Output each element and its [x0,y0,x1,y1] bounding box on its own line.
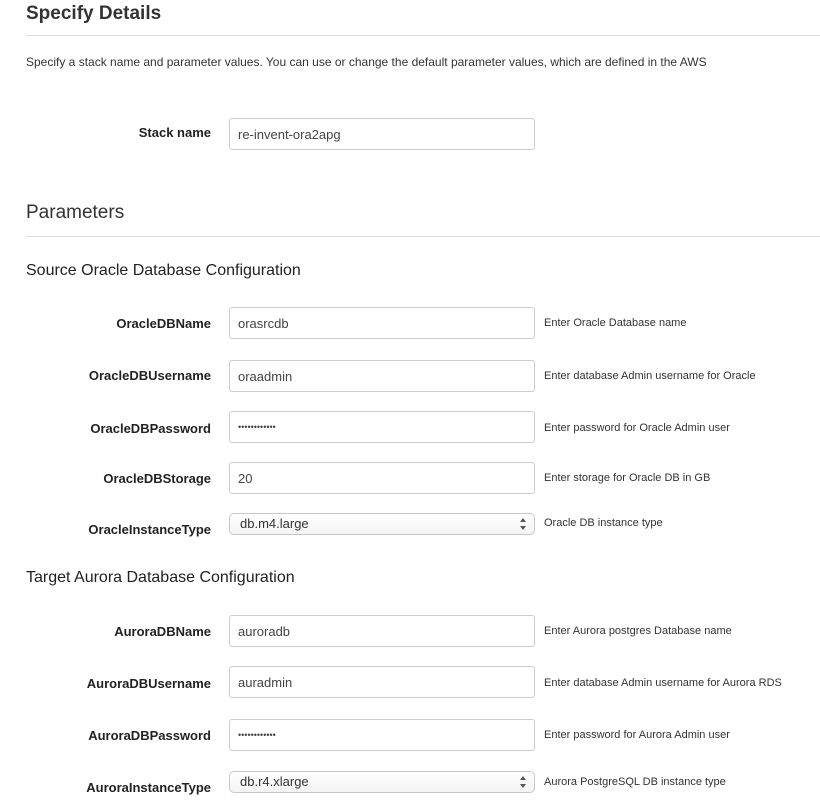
target-section-title: Target Aurora Database Configuration [26,569,295,586]
oracle-db-storage-input[interactable] [229,462,535,494]
oracle-instance-type-value: db.m4.large [240,516,309,531]
oracle-db-name-hint: Enter Oracle Database name [544,317,687,329]
aurora-db-password-hint: Enter password for Aurora Admin user [544,729,730,741]
select-arrows-icon [520,518,526,530]
aurora-db-password-input[interactable]: •••••••••••• [229,719,535,751]
page-title: Specify Details [26,3,162,24]
select-arrows-icon [520,776,526,788]
aurora-instance-type-value: db.r4.xlarge [240,774,309,789]
oracle-db-storage-hint: Enter storage for Oracle DB in GB [544,472,711,484]
oracle-db-username-hint: Enter database Admin username for Oracle [544,370,756,382]
aurora-db-username-input[interactable] [229,666,535,698]
oracle-instance-type-hint: Oracle DB instance type [544,517,663,529]
aurora-db-name-input[interactable] [229,615,535,647]
oracle-db-name-input[interactable] [229,307,535,339]
oracle-db-password-input[interactable]: •••••••••••• [229,411,535,443]
aurora-db-name-hint: Enter Aurora postgres Database name [544,625,732,637]
aurora-db-name-label: AuroraDBName [114,624,211,639]
page-description: Specify a stack name and parameter value… [26,55,707,69]
aurora-db-username-hint: Enter database Admin username for Aurora… [544,677,782,689]
source-section-title: Source Oracle Database Configuration [26,262,301,279]
oracle-db-password-label: OracleDBPassword [90,421,211,436]
aurora-db-username-label: AuroraDBUsername [86,676,211,691]
parameters-divider [26,236,820,237]
aurora-instance-type-hint: Aurora PostgreSQL DB instance type [544,776,726,788]
stack-name-label: Stack name [138,125,211,140]
oracle-db-username-label: OracleDBUsername [88,368,211,383]
oracle-db-password-hint: Enter password for Oracle Admin user [544,422,730,434]
oracle-db-name-label: OracleDBName [116,316,211,331]
aurora-instance-type-select[interactable]: db.r4.xlarge [229,771,535,793]
oracle-instance-type-label: OracleInstanceType [88,522,211,537]
title-divider [26,35,820,36]
oracle-db-storage-label: OracleDBStorage [103,471,211,486]
stack-name-input[interactable] [229,118,535,150]
oracle-instance-type-select[interactable]: db.m4.large [229,513,535,535]
oracle-db-username-input[interactable] [229,360,535,392]
aurora-db-password-label: AuroraDBPassword [88,728,211,743]
parameters-title: Parameters [26,202,125,223]
aurora-instance-type-label: AuroraInstanceType [86,780,211,795]
